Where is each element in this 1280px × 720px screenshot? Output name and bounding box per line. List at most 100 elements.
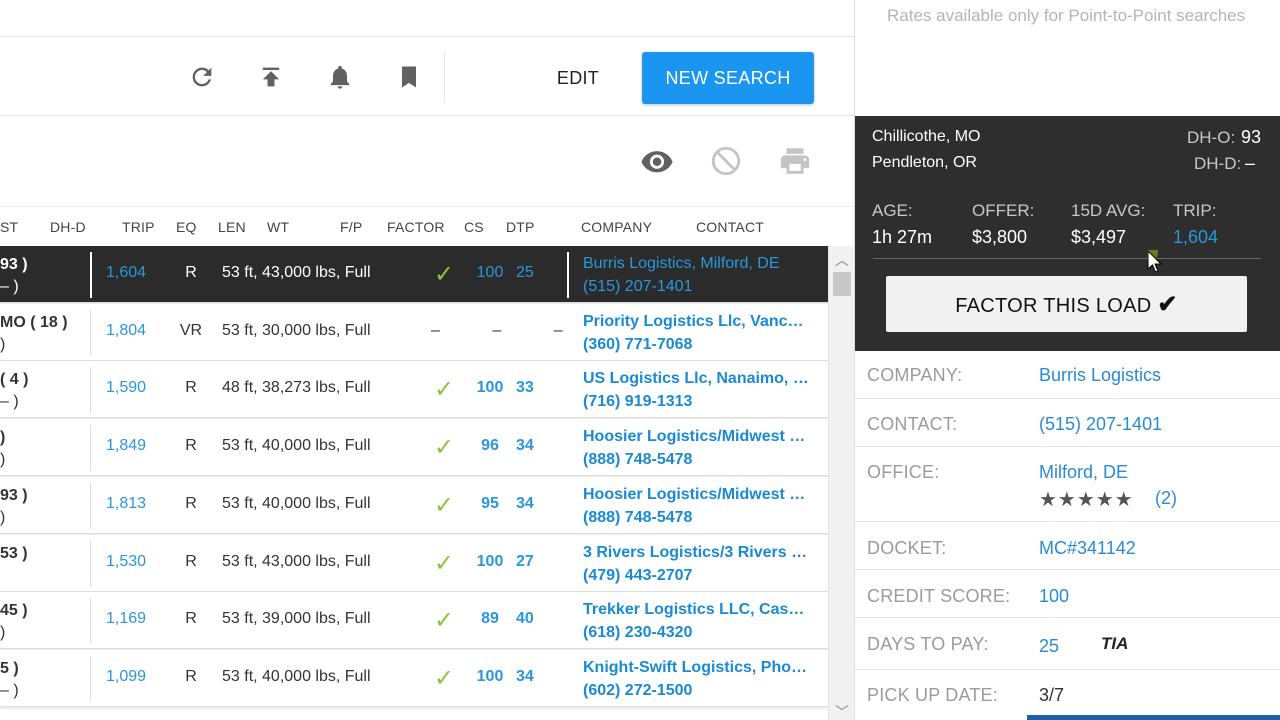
col-company[interactable]: COMPANY: [581, 219, 652, 235]
row-credit-score[interactable]: 100: [470, 379, 510, 397]
row-days-to-pay[interactable]: 34: [516, 437, 534, 455]
row-trip-link[interactable]: 1,604: [106, 264, 146, 282]
scroll-up-icon[interactable]: ︿: [835, 250, 849, 270]
col-len[interactable]: LEN: [218, 219, 246, 235]
col-factor[interactable]: FACTOR: [387, 219, 445, 235]
row-days-to-pay[interactable]: 34: [516, 495, 534, 513]
row-phone-link[interactable]: (360) 771-7068: [583, 336, 692, 354]
col-dtp[interactable]: DTP: [506, 219, 535, 235]
block-icon[interactable]: [709, 144, 743, 178]
check-icon: ✔: [1157, 290, 1178, 318]
rating-count[interactable]: (2): [1155, 488, 1177, 509]
row-company-link[interactable]: Trekker Logistics LLC, Casper, WY: [583, 601, 813, 619]
print-icon[interactable]: [778, 144, 812, 178]
office-link[interactable]: Milford, DE: [1039, 462, 1128, 483]
col-trip[interactable]: TRIP: [122, 219, 155, 235]
row-days-to-pay[interactable]: 40: [516, 610, 534, 628]
row-divider: [90, 483, 91, 529]
results-scrollbar[interactable]: ︿ ﹀: [828, 246, 854, 720]
row-trip-link[interactable]: 1,813: [106, 495, 146, 513]
table-row[interactable]: 45 )) 1,169 R 53 ft, 39,000 lbs, Full ✓ 89 40 T…: [0, 592, 828, 649]
refresh-icon[interactable]: [188, 63, 216, 91]
row-days-to-pay[interactable]: 27: [516, 553, 534, 571]
row-credit-score[interactable]: 100: [470, 553, 510, 571]
col-fp[interactable]: F/P: [340, 219, 362, 235]
row-company-link[interactable]: US Logistics Llc, Nanaimo, BC: [583, 370, 813, 388]
col-contact[interactable]: CONTACT: [696, 219, 764, 235]
row-trip-link[interactable]: 1,804: [106, 322, 146, 340]
row-trip-link[interactable]: 1,169: [106, 610, 146, 628]
table-row[interactable]: 5 ) – ) 1,099 R 53 ft, 40,000 lbs, Full ✓ 100 3…: [0, 650, 828, 707]
row-phone-link[interactable]: (618) 230-4320: [583, 624, 692, 642]
row-trip-link[interactable]: 1,849: [106, 437, 146, 455]
table-row[interactable]: )) 1,849 R 53 ft, 40,000 lbs, Full ✓ 96 34 Hoos…: [0, 419, 828, 476]
bottom-accent-bar: [1027, 715, 1280, 720]
upload-icon[interactable]: [257, 63, 285, 91]
contact-link[interactable]: (515) 207-1401: [1039, 414, 1162, 435]
scroll-down-icon[interactable]: ﹀: [835, 702, 849, 720]
docket-link[interactable]: MC#341142: [1039, 538, 1136, 559]
eye-icon[interactable]: [640, 144, 674, 178]
row-divider: [90, 367, 91, 413]
dhd-label: DH-D:: [1194, 154, 1242, 173]
row-phone-link[interactable]: (716) 919-1313: [583, 393, 692, 411]
row-company-link[interactable]: Burris Logistics, Milford, DE: [583, 255, 813, 273]
credit-score-value[interactable]: 100: [1039, 586, 1069, 607]
row-equipment: R: [185, 264, 197, 281]
row-company-link[interactable]: Knight-Swift Logistics, Phoenix, AZ: [583, 659, 813, 677]
row-phone-link[interactable]: (515) 207-1401: [583, 278, 692, 296]
top-strip: [0, 0, 854, 36]
mouse-cursor-icon: [1147, 250, 1163, 273]
row-company-link[interactable]: Hoosier Logistics/Midwest Express: [583, 486, 813, 504]
row-trip-link[interactable]: 1,590: [106, 379, 146, 397]
row-phone-link[interactable]: (602) 272-1500: [583, 682, 692, 700]
row-company-link[interactable]: 3 Rivers Logistics/3 Rivers Express: [583, 544, 813, 562]
row-credit-score[interactable]: 100: [470, 668, 510, 686]
new-search-button[interactable]: NEW SEARCH: [642, 52, 814, 104]
row-company-link[interactable]: Priority Logistics Llc, Vancouver, WA: [583, 313, 813, 331]
edit-button[interactable]: EDIT: [548, 61, 608, 95]
row-phone-link[interactable]: (888) 748-5478: [583, 509, 692, 527]
row-length-weight: 53 ft, 40,000 lbs, Full: [222, 495, 371, 512]
company-link[interactable]: Burris Logistics: [1039, 365, 1161, 386]
row-credit-score[interactable]: 100: [470, 264, 510, 282]
col-wt[interactable]: WT: [267, 219, 289, 235]
row-trip-link[interactable]: 1,530: [106, 553, 146, 571]
scroll-thumb[interactable]: [833, 272, 851, 296]
row-days-to-pay[interactable]: 34: [516, 668, 534, 686]
origin-city: Chillicothe, MO: [872, 128, 981, 145]
row-credit-score[interactable]: 95: [470, 495, 510, 513]
row-days-to-pay[interactable]: 25: [516, 264, 534, 282]
pickup-date-value: 3/7: [1039, 685, 1065, 705]
row-equipment: R: [185, 553, 197, 570]
row-origin-dh: 5 ): [0, 660, 19, 677]
col-cs[interactable]: CS: [464, 219, 484, 235]
age-label: AGE:: [872, 201, 913, 220]
row-phone-link[interactable]: (888) 748-5478: [583, 451, 692, 469]
row-divider: [90, 541, 91, 587]
age-value: 1h 27m: [872, 227, 933, 247]
table-row[interactable]: ( 4 ) – ) 1,590 R 48 ft, 38,273 lbs, Full ✓ 10…: [0, 361, 828, 418]
col-origin[interactable]: ST: [0, 219, 18, 235]
factor-this-load-button[interactable]: FACTOR THIS LOAD ✔: [886, 276, 1247, 332]
row-trip-link[interactable]: 1,099: [106, 668, 146, 686]
row-days-to-pay[interactable]: 33: [516, 379, 534, 397]
trip-value[interactable]: 1,604: [1173, 227, 1218, 248]
days-to-pay-value[interactable]: 25: [1039, 636, 1059, 657]
row-credit-score[interactable]: 89: [470, 610, 510, 628]
table-row[interactable]: 93 ) – ) 1,604 R 53 ft, 43,000 lbs, Full ✓ 100…: [0, 246, 828, 303]
row-divider: [90, 252, 92, 298]
bookmark-icon[interactable]: [395, 63, 423, 91]
table-row[interactable]: 53 ) 1,530 R 53 ft, 43,000 lbs, Full ✓ 100 27 3…: [0, 535, 828, 592]
table-row[interactable]: 93 )) 1,813 R 53 ft, 40,000 lbs, Full ✓ 95 34 H…: [0, 477, 828, 534]
rating-stars-icon: ★★★★★: [1039, 489, 1134, 511]
pickup-date-row: PICK UP DATE: 3/7: [855, 670, 1280, 720]
row-dest-dh: – ): [0, 682, 19, 699]
table-row[interactable]: MO ( 18 )) 1,804 VR 53 ft, 30,000 lbs, Full…: [0, 304, 828, 361]
row-company-link[interactable]: Hoosier Logistics/Midwest Express: [583, 428, 813, 446]
bell-icon[interactable]: [326, 63, 354, 91]
col-dh-d[interactable]: DH-D: [50, 219, 86, 235]
col-eq[interactable]: EQ: [176, 219, 197, 235]
row-phone-link[interactable]: (479) 443-2707: [583, 567, 692, 585]
row-credit-score[interactable]: 96: [470, 437, 510, 455]
